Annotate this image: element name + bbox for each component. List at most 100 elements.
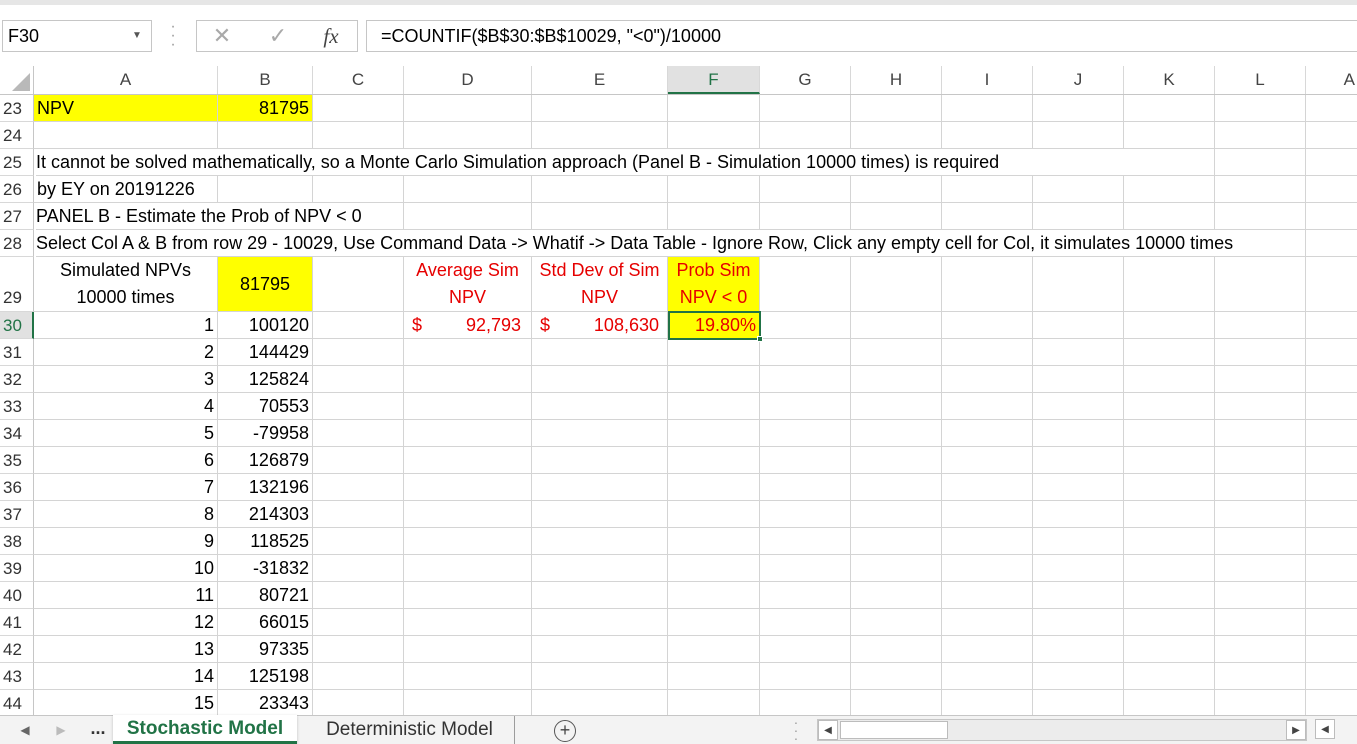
add-sheet-button[interactable]: + — [554, 720, 576, 742]
cell[interactable] — [851, 555, 942, 582]
cell[interactable] — [942, 176, 1033, 203]
cell[interactable] — [1215, 257, 1306, 312]
cell-a35[interactable]: 6 — [34, 447, 218, 474]
cell[interactable] — [1033, 312, 1124, 339]
cell[interactable] — [1215, 474, 1306, 501]
cell[interactable] — [404, 582, 532, 609]
cell[interactable] — [404, 690, 532, 717]
cell-a39[interactable]: 10 — [34, 555, 218, 582]
cell-b33[interactable]: 70553 — [218, 393, 313, 420]
cell-a33[interactable]: 4 — [34, 393, 218, 420]
cell[interactable] — [404, 203, 532, 230]
cell-a41[interactable]: 12 — [34, 609, 218, 636]
cell-a25[interactable]: It cannot be solved mathematically, so a… — [36, 149, 1124, 176]
cell[interactable] — [942, 582, 1033, 609]
cell[interactable] — [1124, 339, 1215, 366]
cell[interactable] — [1033, 528, 1124, 555]
cell[interactable] — [532, 203, 668, 230]
cell-a27[interactable]: PANEL B - Estimate the Prob of NPV < 0 — [36, 203, 404, 230]
cell[interactable] — [1124, 528, 1215, 555]
cell[interactable] — [1124, 555, 1215, 582]
cell[interactable] — [1215, 609, 1306, 636]
cell[interactable] — [668, 122, 760, 149]
cell[interactable] — [942, 95, 1033, 122]
cell-f29[interactable]: Prob Sim NPV < 0 — [668, 257, 760, 312]
cell[interactable] — [1306, 474, 1357, 501]
cell[interactable] — [34, 122, 218, 149]
cell[interactable] — [313, 447, 404, 474]
cell[interactable] — [851, 582, 942, 609]
cell[interactable] — [668, 528, 760, 555]
row-header[interactable]: 37 — [0, 501, 34, 528]
cell[interactable] — [668, 447, 760, 474]
cell[interactable] — [668, 176, 760, 203]
cell[interactable] — [532, 393, 668, 420]
cell[interactable] — [1306, 528, 1357, 555]
cell[interactable] — [532, 609, 668, 636]
row-header[interactable]: 40 — [0, 582, 34, 609]
cell-a23[interactable]: NPV — [34, 95, 218, 122]
cell[interactable] — [404, 339, 532, 366]
column-header-am[interactable]: A — [1306, 66, 1357, 94]
column-header-i[interactable]: I — [942, 66, 1033, 94]
cell[interactable] — [942, 420, 1033, 447]
cell[interactable] — [1033, 636, 1124, 663]
cell[interactable] — [942, 528, 1033, 555]
column-header-f[interactable]: F — [668, 66, 760, 94]
cell[interactable] — [532, 690, 668, 717]
cell[interactable] — [942, 257, 1033, 312]
cell[interactable] — [1215, 636, 1306, 663]
cell[interactable] — [1033, 447, 1124, 474]
cell-e29[interactable]: Std Dev of Sim NPV — [532, 257, 668, 312]
cell[interactable] — [851, 122, 942, 149]
cell[interactable] — [313, 582, 404, 609]
cell-a26[interactable]: by EY on 20191226 — [34, 176, 218, 203]
cell[interactable] — [1306, 582, 1357, 609]
cell[interactable] — [851, 690, 942, 717]
cell-b40[interactable]: 80721 — [218, 582, 313, 609]
fill-handle[interactable] — [757, 336, 763, 342]
vertical-dots-icon[interactable]: · · · — [168, 19, 178, 53]
cell[interactable] — [942, 474, 1033, 501]
cell[interactable] — [532, 582, 668, 609]
cell[interactable] — [404, 474, 532, 501]
cell-b44[interactable]: 23343 — [218, 690, 313, 717]
cell[interactable] — [942, 122, 1033, 149]
cell[interactable] — [942, 690, 1033, 717]
column-header-j[interactable]: J — [1033, 66, 1124, 94]
cell[interactable] — [313, 690, 404, 717]
cell[interactable] — [851, 447, 942, 474]
cell[interactable] — [760, 555, 851, 582]
cell[interactable] — [1306, 690, 1357, 717]
cell-b41[interactable]: 66015 — [218, 609, 313, 636]
cell[interactable] — [760, 582, 851, 609]
cell[interactable] — [1124, 366, 1215, 393]
cell[interactable] — [942, 636, 1033, 663]
cell[interactable] — [532, 501, 668, 528]
next-sheet-icon[interactable]: ▶ — [52, 720, 70, 740]
cell-a43[interactable]: 14 — [34, 663, 218, 690]
row-header[interactable]: 27 — [0, 203, 34, 230]
cell[interactable] — [313, 609, 404, 636]
cell[interactable] — [851, 366, 942, 393]
enter-button[interactable]: ✓ — [263, 21, 293, 51]
cell[interactable] — [313, 555, 404, 582]
cell[interactable] — [760, 501, 851, 528]
cell[interactable] — [532, 420, 668, 447]
cell[interactable] — [1033, 420, 1124, 447]
cell[interactable] — [1215, 663, 1306, 690]
cell[interactable] — [1033, 366, 1124, 393]
cell[interactable] — [760, 474, 851, 501]
cell[interactable] — [313, 663, 404, 690]
cell[interactable] — [404, 447, 532, 474]
cell[interactable] — [313, 501, 404, 528]
cell[interactable] — [1124, 474, 1215, 501]
cell[interactable] — [1124, 690, 1215, 717]
cell[interactable] — [313, 366, 404, 393]
cell[interactable] — [1306, 203, 1357, 230]
cell[interactable] — [942, 501, 1033, 528]
cell[interactable] — [668, 555, 760, 582]
cell[interactable] — [532, 663, 668, 690]
scroll-left-icon[interactable]: ◀ — [818, 720, 838, 740]
cell[interactable] — [668, 690, 760, 717]
